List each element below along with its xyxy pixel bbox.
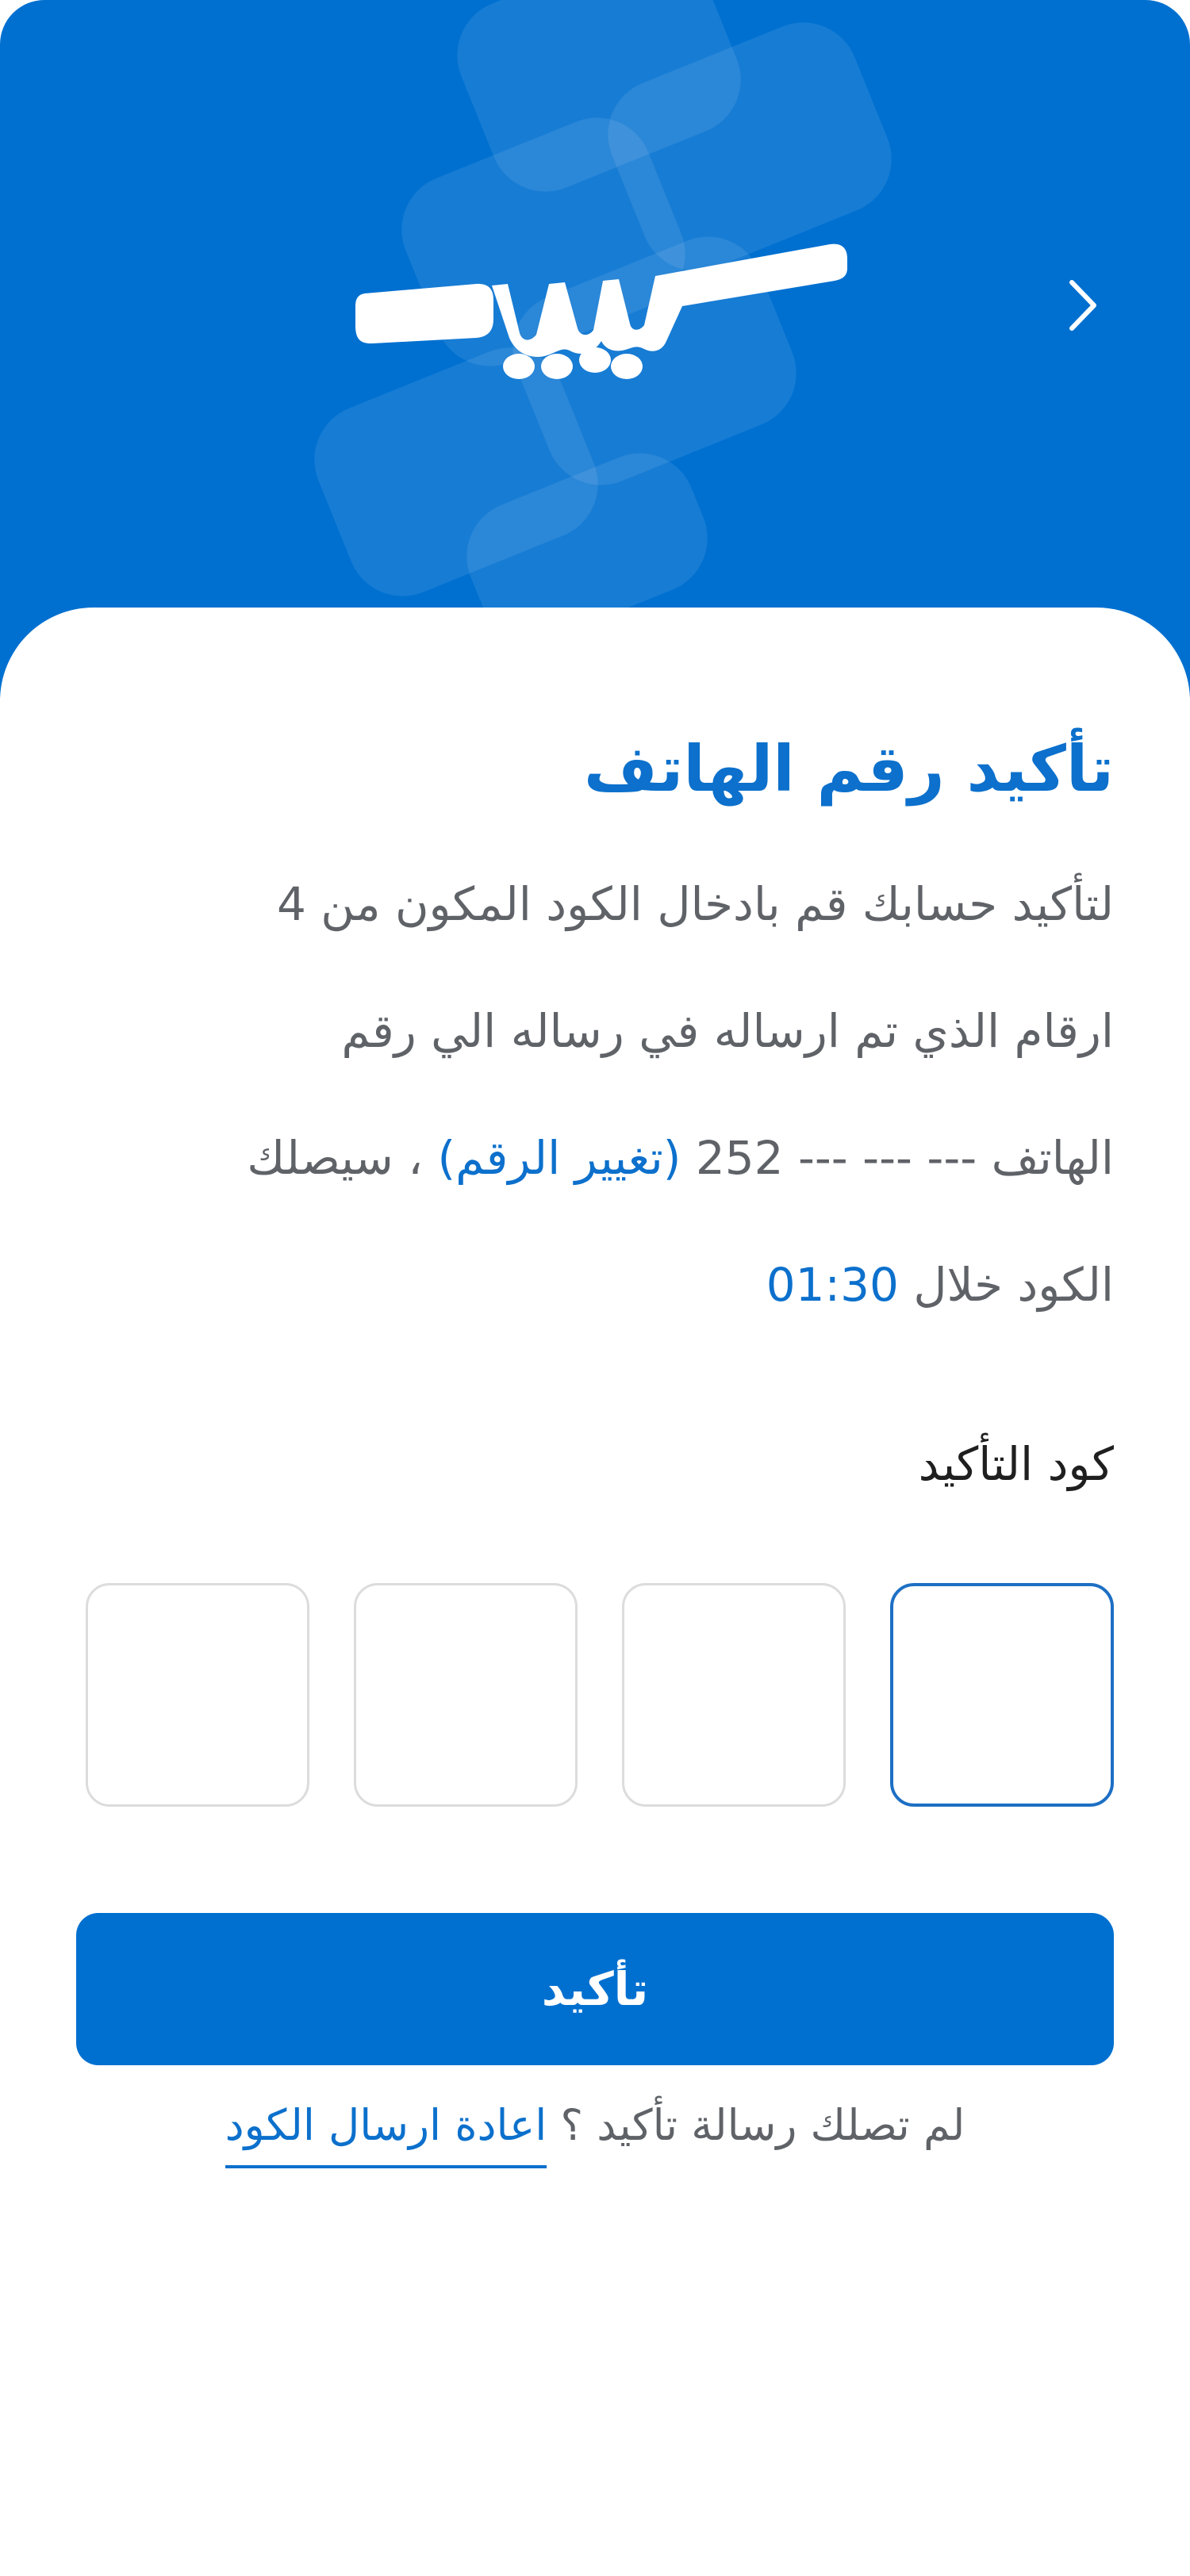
otp-digit-4[interactable] (86, 1583, 309, 1807)
phone-prefix: الهاتف (991, 1131, 1114, 1185)
instructions-line-3: الهاتف 252 --- --- --- (تغيير الرقم) ، س… (59, 1094, 1114, 1221)
otp-digit-3[interactable] (354, 1583, 578, 1807)
otp-input-group (86, 1583, 1114, 1811)
chevron-right-icon[interactable] (1059, 274, 1107, 337)
code-label: كود التأكيد (918, 1437, 1114, 1491)
instructions-line-4: الكود خلال 01:30 (59, 1221, 1114, 1348)
instructions-line-1: لتأكيد حسابك قم بادخال الكود المكون من 4 (276, 877, 1114, 931)
app-logo (355, 243, 847, 379)
resend-code-link[interactable]: اعادة ارسال الكود (225, 2091, 547, 2168)
page-title: تأكيد رقم الهاتف (584, 732, 1114, 806)
countdown-timer: 01:30 (766, 1258, 899, 1312)
otp-digit-1[interactable] (890, 1583, 1114, 1807)
masked-phone-number: 252 --- --- --- (695, 1131, 977, 1185)
resend-prompt: لم تصلك رسالة تأكيد ؟ (560, 2100, 965, 2150)
resend-row: لم تصلك رسالة تأكيد ؟ اعادة ارسال الكود (0, 2091, 1190, 2168)
otp-digit-2[interactable] (622, 1583, 846, 1807)
instructions-line-2: ارقام الذي تم ارساله في رساله الي رقم (341, 1004, 1114, 1058)
confirm-button[interactable]: تأكيد (76, 1913, 1114, 2065)
header-banner (0, 0, 1190, 698)
instructions-text: لتأكيد حسابك قم بادخال الكود المكون من 4… (59, 841, 1114, 1348)
change-number-link[interactable]: (تغيير الرقم) (437, 1131, 681, 1185)
timer-prefix: الكود خلال (913, 1258, 1114, 1312)
phone-suffix: ، سيصلك (247, 1131, 423, 1185)
